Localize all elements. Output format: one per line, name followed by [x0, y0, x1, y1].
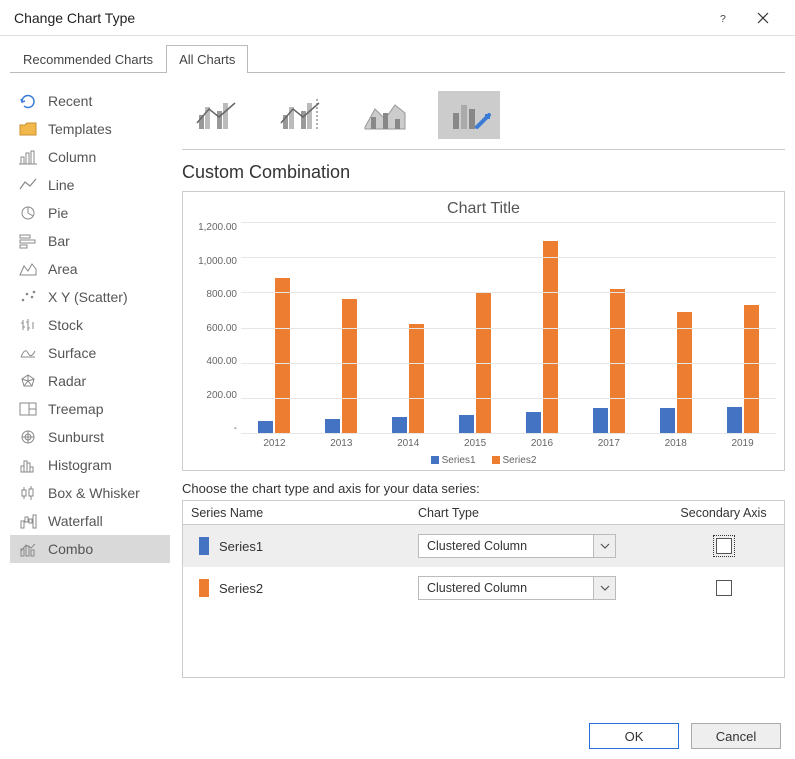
chevron-down-icon [593, 577, 615, 599]
combo-subtype-row [182, 87, 785, 150]
tab-strip: Recommended Charts All Charts [0, 36, 795, 72]
series-name-label: Series1 [219, 539, 263, 554]
histogram-icon [18, 456, 38, 474]
sidebar-item-stock[interactable]: Stock [10, 311, 170, 339]
series-row: Series2 Clustered Column [183, 567, 784, 609]
sidebar-item-label: Radar [48, 373, 162, 389]
help-button[interactable]: ? [703, 0, 743, 36]
ok-button[interactable]: OK [589, 723, 679, 749]
sidebar-item-treemap[interactable]: Treemap [10, 395, 170, 423]
plot-area [241, 222, 776, 434]
sidebar-item-column[interactable]: Column [10, 143, 170, 171]
combo-subtype-custom[interactable] [438, 91, 500, 139]
sidebar-item-line[interactable]: Line [10, 171, 170, 199]
sidebar-item-label: Treemap [48, 401, 162, 417]
series-table: Series Name Chart Type Secondary Axis Se… [182, 500, 785, 678]
chevron-down-icon [593, 535, 615, 557]
chart-category-sidebar: Recent Templates Column Line Pie Bar Are… [10, 87, 170, 703]
titlebar: Change Chart Type ? [0, 0, 795, 36]
sidebar-item-recent[interactable]: Recent [10, 87, 170, 115]
line-icon [18, 176, 38, 194]
sidebar-item-label: Combo [48, 541, 162, 557]
sidebar-item-label: Templates [48, 121, 162, 137]
sidebar-item-templates[interactable]: Templates [10, 115, 170, 143]
sidebar-item-label: Line [48, 177, 162, 193]
legend-series1: Series1 [442, 455, 476, 466]
sidebar-item-surface[interactable]: Surface [10, 339, 170, 367]
sidebar-item-scatter[interactable]: X Y (Scatter) [10, 283, 170, 311]
cancel-button[interactable]: Cancel [691, 723, 781, 749]
sidebar-item-label: Area [48, 261, 162, 277]
chart-title: Chart Title [191, 198, 776, 222]
sidebar-item-label: Column [48, 149, 162, 165]
sidebar-item-label: Stock [48, 317, 162, 333]
window-title: Change Chart Type [14, 10, 135, 26]
sidebar-item-histogram[interactable]: Histogram [10, 451, 170, 479]
dropdown-value: Clustered Column [419, 581, 593, 595]
sidebar-item-box-whisker[interactable]: Box & Whisker [10, 479, 170, 507]
header-chart-type: Chart Type [418, 506, 663, 520]
tab-recommended-charts[interactable]: Recommended Charts [10, 45, 166, 73]
svg-text:?: ? [720, 12, 726, 23]
chart-preview: Chart Title 1,200.001,000.00800.00600.00… [182, 191, 785, 471]
sidebar-item-label: Sunburst [48, 429, 162, 445]
recent-icon [18, 92, 38, 110]
series-name-label: Series2 [219, 581, 263, 596]
secondary-axis-checkbox[interactable] [716, 538, 732, 554]
scatter-icon [18, 288, 38, 306]
treemap-icon [18, 400, 38, 418]
area-icon [18, 260, 38, 278]
sidebar-item-radar[interactable]: Radar [10, 367, 170, 395]
sidebar-item-label: Bar [48, 233, 162, 249]
column-icon [18, 148, 38, 166]
sidebar-item-combo[interactable]: Combo [10, 535, 170, 563]
series-instruction: Choose the chart type and axis for your … [182, 481, 785, 496]
secondary-axis-checkbox[interactable] [716, 580, 732, 596]
y-axis: 1,200.001,000.00800.00600.00400.00200.00… [191, 222, 241, 434]
sidebar-item-label: Recent [48, 93, 162, 109]
sidebar-item-label: Box & Whisker [48, 485, 162, 501]
sidebar-item-label: Surface [48, 345, 162, 361]
tab-all-charts[interactable]: All Charts [166, 45, 248, 73]
pie-icon [18, 204, 38, 222]
dialog-footer: OK Cancel [0, 713, 795, 759]
sidebar-item-label: Pie [48, 205, 162, 221]
surface-icon [18, 344, 38, 362]
combo-icon [18, 540, 38, 558]
legend-series2: Series2 [503, 455, 537, 466]
series-chart-type-dropdown[interactable]: Clustered Column [418, 534, 616, 558]
close-button[interactable] [743, 0, 783, 36]
sidebar-item-label: Histogram [48, 457, 162, 473]
combo-subtype-clustered-line[interactable] [186, 91, 248, 139]
combo-subtype-clustered-line-secondary[interactable] [270, 91, 332, 139]
header-series-name: Series Name [183, 506, 418, 520]
header-secondary-axis: Secondary Axis [663, 506, 784, 520]
sidebar-item-label: Waterfall [48, 513, 162, 529]
bar-icon [18, 232, 38, 250]
chart-legend: Series1 Series2 [191, 449, 776, 466]
dropdown-value: Clustered Column [419, 539, 593, 553]
sidebar-item-sunburst[interactable]: Sunburst [10, 423, 170, 451]
sidebar-item-area[interactable]: Area [10, 255, 170, 283]
series-swatch-icon [199, 537, 209, 555]
sidebar-item-pie[interactable]: Pie [10, 199, 170, 227]
templates-icon [18, 120, 38, 138]
series-swatch-icon [199, 579, 209, 597]
sidebar-item-label: X Y (Scatter) [48, 289, 162, 305]
series-chart-type-dropdown[interactable]: Clustered Column [418, 576, 616, 600]
box-whisker-icon [18, 484, 38, 502]
stock-icon [18, 316, 38, 334]
sidebar-item-waterfall[interactable]: Waterfall [10, 507, 170, 535]
x-axis: 20122013201420152016201720182019 [191, 434, 776, 449]
main-panel: Custom Combination Chart Title 1,200.001… [182, 87, 785, 703]
sidebar-item-bar[interactable]: Bar [10, 227, 170, 255]
combo-subtype-stacked-area-column[interactable] [354, 91, 416, 139]
series-row: Series1 Clustered Column [183, 525, 784, 567]
waterfall-icon [18, 512, 38, 530]
subtype-title: Custom Combination [182, 162, 785, 183]
radar-icon [18, 372, 38, 390]
sunburst-icon [18, 428, 38, 446]
